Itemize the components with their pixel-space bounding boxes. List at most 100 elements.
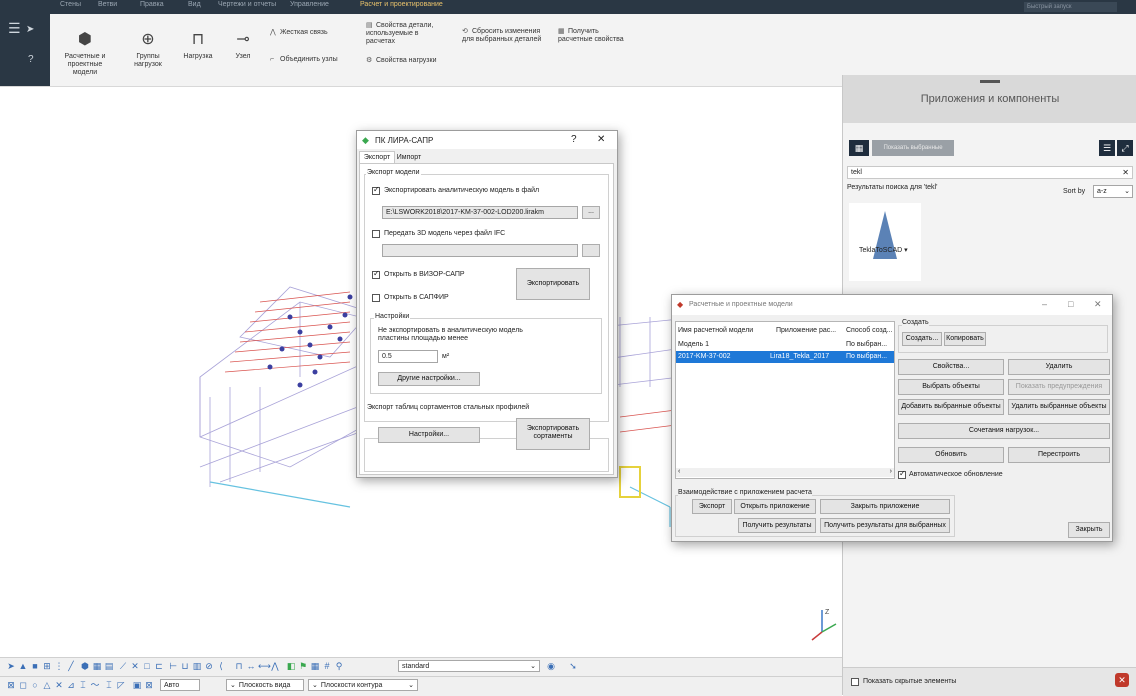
close-panel-icon[interactable]: ✕ [1115,673,1129,687]
tab-analysis[interactable]: Расчет и проектирование [360,1,443,8]
select-cross-icon[interactable]: ✕ [54,680,64,690]
snap-perp-icon[interactable]: ⊢ [168,661,178,671]
app-tile-teklatoscad[interactable] [849,203,921,281]
apps-search-input[interactable]: tekl ✕ [847,166,1133,179]
menu-icon[interactable]: ☰ [8,20,21,37]
profile-settings-button[interactable]: Настройки... [378,427,480,443]
scroll-left-icon[interactable]: ‹ [678,468,680,475]
load-props-button[interactable]: ⚙ Свойства нагрузки [366,56,437,64]
load-button[interactable]: ⊓ Нагрузка [180,30,216,61]
snap-angle-icon[interactable]: ⟋ [118,661,128,671]
auto-select[interactable]: Авто [160,679,200,691]
snap-dim-icon[interactable]: ↔ [246,661,256,671]
snap-green-icon[interactable]: ◧ [286,661,296,671]
view-plane-select[interactable]: ⌄ Плоскость вида [226,679,304,691]
snap-table-icon[interactable]: ▦ [310,661,320,671]
select-triangle-icon[interactable]: △ [42,680,52,690]
models-button[interactable]: ⬢ Расчетные и проектные модели [60,30,110,77]
snap-fill-icon[interactable]: ▥ [192,661,202,671]
snap-search-icon[interactable]: ⚲ [334,661,344,671]
quick-launch-input[interactable]: Быстрый запуск [1024,2,1117,12]
node-button[interactable]: ⊸ Узел [228,30,258,61]
sort-select[interactable]: a-z ⌄ [1093,185,1133,198]
tab-view[interactable]: Вид [188,1,201,8]
select-wave-icon[interactable]: 〜 [90,680,100,690]
tab-drawings[interactable]: Чертежи и отчеты [218,1,276,8]
close-button[interactable]: Закрыть [1068,522,1110,538]
snap-grid-icon[interactable]: ⊞ [42,661,52,671]
close-dialog-button[interactable]: ✕ [597,134,605,145]
select-angle-icon[interactable]: ⊿ [66,680,76,690]
select-all-icon[interactable]: ⊠ [6,680,16,690]
load-groups-button[interactable]: ⊕ Группы нагрузок [128,30,168,69]
export-analytic-checkbox[interactable] [372,185,380,195]
ifc-checkbox[interactable] [372,230,380,238]
refresh-button[interactable]: Обновить [898,447,1004,463]
add-selected-button[interactable]: Добавить выбранные объекты [898,399,1004,415]
snap-part-icon[interactable]: ⬢ [80,661,90,671]
merge-nodes-button[interactable]: ⌐ Объединить узлы [270,56,338,63]
contour-plane-select[interactable]: ⌄ Плоскости контура ⌄ [308,679,418,691]
expand-icon[interactable]: ⤢ [1117,140,1133,156]
app-tile-label[interactable]: TeklaToSCAD ▾ [859,246,908,254]
drag-handle[interactable] [980,80,1000,83]
get-props-button[interactable]: ▦ Получить расчетные свойства [558,28,628,44]
table-row[interactable]: Модель 1 По выбран... [676,338,894,350]
snap-link-icon[interactable]: ⟷ [258,661,271,671]
snap-circle-icon[interactable]: ⊘ [204,661,214,671]
export-profiles-button[interactable]: Экспортировать сортаменты [516,418,590,450]
settings-icon[interactable]: ◉ [546,661,556,671]
snap-flag-icon[interactable]: ⚑ [298,661,308,671]
clear-search-icon[interactable]: ✕ [1122,167,1129,178]
col-method[interactable]: Способ созд... [846,327,893,334]
select-circle-icon[interactable]: ○ [30,680,40,690]
auto-update-checkbox[interactable] [898,469,906,479]
select-filter-icon[interactable]: ▣ [132,680,142,690]
export-button[interactable]: Экспортировать [516,268,590,300]
show-hidden-checkbox[interactable] [851,678,859,686]
col-model-name[interactable]: Имя расчетной модели [678,327,753,334]
snap-plane-icon[interactable]: ▦ [92,661,102,671]
copy-button[interactable]: Копировать [944,332,986,346]
tab-walls[interactable]: Стены [60,1,81,8]
properties-button[interactable]: Свойства... [898,359,1004,375]
snap-line-icon[interactable]: ╱ [66,661,76,671]
snap-ref-icon[interactable]: ▤ [104,661,114,671]
select-objects-button[interactable]: Выбрать объекты [898,379,1004,395]
get-results-selected-button[interactable]: Получить результаты для выбранных [820,518,950,533]
standard-select[interactable]: standard ⌄ [398,660,540,672]
tab-manage[interactable]: Управление [290,1,329,8]
close-app-button[interactable]: Закрыть приложение [820,499,950,514]
get-results-button[interactable]: Получить результаты [738,518,816,533]
tab-import[interactable]: Импорт [394,152,424,163]
select-beam-icon[interactable]: ⌶ [104,680,114,690]
minimize-icon[interactable]: – [1042,299,1047,309]
select-diag-icon[interactable]: ◸ [116,680,126,690]
rebuild-button[interactable]: Перестроить [1008,447,1110,463]
snap-hash-icon[interactable]: # [322,661,332,671]
show-selected-button[interactable]: Показать выбранные [872,140,954,156]
remove-selected-button[interactable]: Удалить выбранные объекты [1008,399,1110,415]
open-app-button[interactable]: Открыть приложение [734,499,816,514]
part-props-button[interactable]: ▤ Свойства детали, используемые в расчета… [366,22,446,46]
area-input[interactable]: 0.5 [378,350,438,363]
select-pointer-icon[interactable]: ➤ [26,24,34,35]
close-models-icon[interactable]: ✕ [1094,299,1102,310]
snap-tangent-icon[interactable]: ⟨ [216,661,226,671]
help-icon[interactable]: ? [28,54,34,65]
reset-changes-button[interactable]: ⟲ Сбросить изменения для выбранных детале… [462,28,550,44]
export-to-app-button[interactable]: Экспорт [692,499,732,514]
select-part-icon[interactable]: ◻ [18,680,28,690]
select-i-icon[interactable]: ⌶ [78,680,88,690]
snap-cross-icon[interactable]: ✕ [130,661,140,671]
snap-arrow-icon[interactable]: ➤ [6,661,16,671]
delete-button[interactable]: Удалить [1008,359,1110,375]
snap-edge-icon[interactable]: ⊏ [154,661,164,671]
table-row-selected[interactable]: 2017-KM-37-002 Lira18_Tekla_2017 По выбр… [676,351,894,363]
select-filter2-icon[interactable]: ⊠ [144,680,154,690]
load-combinations-button[interactable]: Сочетания нагрузок... [898,423,1110,439]
rigid-link-button[interactable]: ⋀ Жесткая связь [270,28,328,36]
snap-mid-icon[interactable]: ⋮ [54,661,64,671]
snap-u-icon[interactable]: ⊔ [180,661,190,671]
vizor-checkbox[interactable] [372,269,380,279]
